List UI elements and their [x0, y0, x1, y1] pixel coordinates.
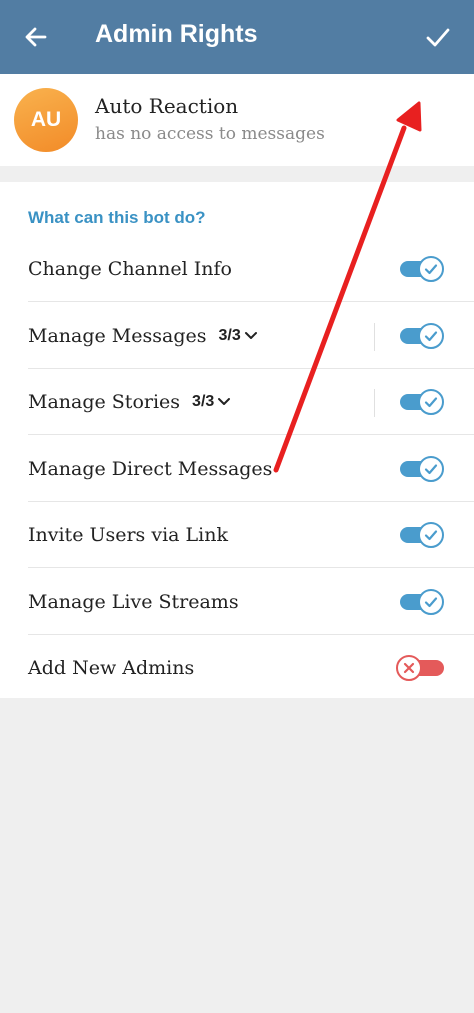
admin-rights-screen: Admin Rights AU Auto Reaction has no acc…: [0, 0, 474, 1013]
permission-toggle[interactable]: [400, 255, 444, 283]
vertical-separator: [374, 389, 375, 417]
permission-label-text: Manage Live Streams: [28, 590, 239, 613]
permission-label: Add New Admins: [28, 657, 194, 679]
section-title: What can this bot do?: [28, 208, 206, 227]
permission-label-text: Manage Direct Messages: [28, 457, 273, 480]
done-button[interactable]: [418, 17, 458, 57]
permission-count-expander[interactable]: 3/3: [218, 327, 257, 345]
page-title: Admin Rights: [95, 20, 258, 48]
permission-label-text: Manage Stories: [28, 391, 181, 413]
permission-label: Invite Users via Link: [28, 524, 228, 546]
permission-toggle[interactable]: [396, 654, 444, 682]
permission-label: Manage Direct Messages: [28, 458, 272, 480]
toggle-check-icon: [424, 397, 438, 408]
app-header: Admin Rights: [0, 0, 474, 74]
permission-label-text: Invite Users via Link: [28, 524, 228, 546]
toggle-knob: [418, 588, 444, 615]
permission-label-text: Add New Admins: [28, 657, 195, 679]
permission-row[interactable]: Invite Users via Link: [0, 502, 474, 568]
toggle-check-icon: [424, 330, 438, 341]
bot-info-card[interactable]: AU Auto Reaction has no access to messag…: [0, 74, 474, 166]
permission-row[interactable]: Change Channel Info: [0, 236, 474, 302]
toggle-knob: [418, 256, 444, 282]
permission-label: Manage Stories 3/3: [28, 391, 231, 413]
toggle-x-icon: [403, 662, 415, 674]
permission-count-expander[interactable]: 3/3: [192, 393, 231, 411]
permission-toggle[interactable]: [400, 588, 444, 616]
permission-toggle[interactable]: [400, 521, 444, 549]
permission-label: Manage Live Streams: [28, 591, 239, 613]
permission-label-text: Manage Messages: [28, 324, 207, 347]
permission-toggle[interactable]: [400, 322, 444, 350]
permission-toggle[interactable]: [400, 455, 444, 483]
permission-row[interactable]: Manage Messages 3/3: [0, 303, 474, 369]
permission-label: Change Channel Info: [28, 258, 232, 280]
permission-label-text: Change Channel Info: [28, 258, 232, 280]
permission-count: 3/3: [192, 393, 215, 410]
permission-row[interactable]: Manage Direct Messages: [0, 436, 474, 502]
toggle-check-icon: [424, 530, 438, 541]
permission-row[interactable]: Add New Admins: [0, 635, 474, 701]
chevron-down-icon: [218, 398, 231, 405]
permission-count: 3/3: [218, 326, 241, 344]
permission-toggle[interactable]: [400, 388, 444, 416]
toggle-knob: [418, 389, 444, 415]
section-gap: [0, 166, 474, 182]
toggle-knob: [418, 455, 444, 482]
toggle-knob: [396, 655, 422, 681]
bot-name: Auto Reaction: [95, 94, 239, 118]
avatar: AU: [14, 88, 78, 152]
check-icon: [426, 28, 450, 47]
permission-label: Manage Messages 3/3: [28, 325, 258, 347]
permission-row[interactable]: Manage Stories 3/3: [0, 369, 474, 435]
chevron-down-icon: [244, 331, 257, 339]
back-button[interactable]: [16, 17, 56, 57]
permissions-section: What can this bot do? Change Channel Inf…: [0, 182, 474, 698]
permission-row[interactable]: Manage Live Streams: [0, 569, 474, 635]
toggle-check-icon: [424, 264, 438, 275]
arrow-left-icon: [25, 27, 47, 47]
toggle-knob: [418, 522, 444, 548]
toggle-check-icon: [424, 463, 438, 474]
toggle-check-icon: [424, 596, 438, 607]
bot-status: has no access to messages: [95, 124, 325, 144]
toggle-knob: [418, 322, 444, 349]
vertical-separator: [374, 322, 375, 351]
